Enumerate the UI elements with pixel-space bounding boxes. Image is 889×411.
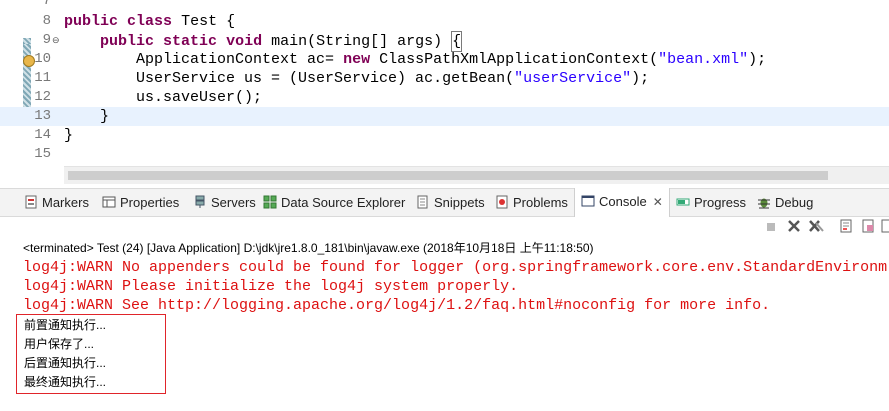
scroll-lock-icon[interactable] [859, 219, 877, 237]
code-line-14[interactable]: 14 } [0, 126, 889, 145]
tab-label: Snippets [434, 195, 485, 210]
terminate-icon[interactable] [762, 219, 780, 237]
console-icon [581, 190, 595, 207]
console-output-line: 用户保存了... [24, 337, 95, 351]
fold-collapse-icon[interactable]: ⊖ [52, 35, 60, 45]
code-text: Test { [181, 13, 236, 30]
line-number: 14 [34, 127, 51, 143]
string-literal: "userService" [514, 70, 632, 87]
console-output-line: 前置通知执行... [24, 318, 107, 332]
code-line-15[interactable]: 15 [0, 145, 889, 164]
line-number: 7 [42, 0, 51, 9]
code-text: us.saveUser(); [136, 89, 263, 106]
keyword: class [127, 13, 173, 30]
code-line-10[interactable]: 10 ApplicationContext ac= new ClassPathX… [0, 50, 889, 69]
tab-servers[interactable]: Servers [193, 189, 256, 216]
code-line-9[interactable]: 9 ⊖ public static void main(String[] arg… [0, 31, 889, 52]
console-status-label: <terminated> Test (24) [Java Application… [23, 241, 594, 255]
code-line-8[interactable]: 8 public class Test { [0, 12, 889, 31]
string-literal: "bean.xml" [658, 51, 749, 68]
line-number: 15 [34, 146, 51, 162]
console-output-line: 最终通知执行... [24, 375, 107, 389]
keyword: static [163, 33, 218, 50]
tab-label: Data Source Explorer [281, 195, 406, 210]
code-line-13-current[interactable]: 13 } [0, 107, 889, 126]
editor-horizontal-scrollbar[interactable] [64, 166, 889, 184]
tab-problems[interactable]: Problems [495, 189, 568, 216]
line-number: 11 [34, 70, 51, 86]
code-text: UserService us = (UserService) ac.getBea… [136, 70, 515, 87]
line-number: 9 [42, 32, 51, 48]
console-output-line: 后置通知执行... [24, 356, 107, 370]
code-line-11[interactable]: 11 UserService us = (UserService) ac.get… [0, 69, 889, 88]
console-warning-line: log4j:WARN No appenders could be found f… [23, 259, 888, 276]
tab-label: Progress [694, 195, 747, 210]
line-number: 12 [34, 89, 51, 105]
code-text: ); [748, 51, 767, 68]
code-text: ClassPathXmlApplicationContext( [370, 51, 659, 68]
tab-debug[interactable]: Debug [757, 189, 813, 216]
line-number: 13 [34, 108, 51, 124]
keyword: new [343, 51, 371, 68]
console-warning-line: log4j:WARN Please initialize the log4j s… [23, 278, 519, 295]
tab-label: Markers [42, 195, 89, 210]
code-text: } [100, 108, 110, 125]
matching-brace: { [451, 31, 463, 52]
keyword: public [64, 13, 119, 30]
keyword: public [100, 33, 155, 50]
remove-launch-icon[interactable] [785, 219, 803, 237]
problems-icon [495, 191, 509, 209]
close-icon[interactable]: ✕ [653, 195, 663, 209]
code-line-12[interactable]: 12 us.saveUser(); [0, 88, 889, 107]
data-source-icon [263, 191, 277, 209]
tab-data-source-explorer[interactable]: Data Source Explorer [263, 189, 405, 216]
code-text: ApplicationContext ac= [136, 51, 344, 68]
tab-label: Properties [120, 195, 180, 210]
code-editor[interactable]: 7 8 public class Test { 9 ⊖ public stati… [0, 0, 889, 184]
keyword: void [226, 33, 263, 50]
line-number: 10 [34, 51, 51, 67]
tab-snippets[interactable]: Snippets [416, 189, 485, 216]
view-tab-bar: Markers Properties Servers Data Source E… [0, 188, 889, 217]
pin-console-icon[interactable] [878, 219, 889, 237]
tab-console[interactable]: Console ✕ [574, 188, 670, 217]
progress-icon [676, 191, 690, 206]
scrollbar-thumb[interactable] [68, 171, 828, 180]
code-text: } [64, 127, 74, 144]
code-text: ); [631, 70, 650, 87]
tab-label: Debug [775, 195, 814, 210]
tab-label: Console [599, 194, 647, 209]
servers-icon [193, 191, 207, 208]
debug-icon [757, 191, 771, 209]
tab-label: Problems [513, 195, 568, 210]
code-line-7[interactable]: 7 [0, 0, 889, 11]
remove-all-terminated-icon[interactable] [807, 219, 825, 237]
line-number: 8 [42, 13, 51, 29]
tab-markers[interactable]: Markers [24, 189, 89, 216]
tab-label: Servers [211, 195, 256, 210]
tab-progress[interactable]: Progress [676, 189, 746, 216]
markers-icon [24, 191, 38, 209]
console-warning-line: log4j:WARN See http://logging.apache.org… [23, 297, 771, 314]
clear-console-icon[interactable] [837, 219, 855, 237]
tab-properties[interactable]: Properties [102, 189, 179, 216]
code-text: main(String[] args) [271, 33, 452, 50]
snippets-icon [416, 191, 430, 209]
properties-icon [102, 191, 116, 208]
